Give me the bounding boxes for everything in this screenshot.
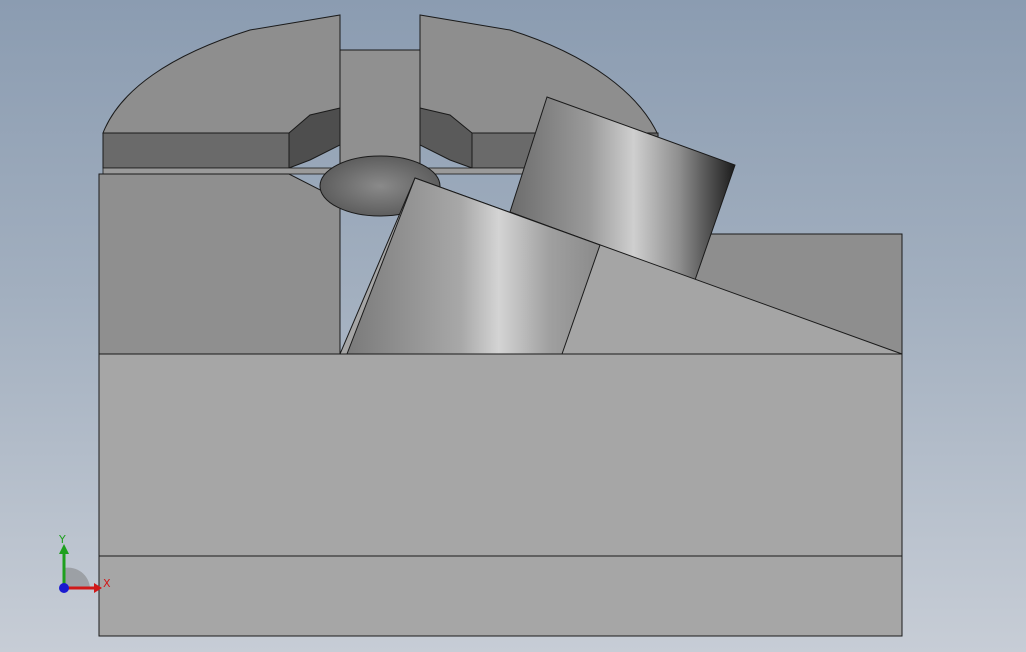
left-upper-block	[98, 173, 341, 356]
base-block-lower	[98, 555, 903, 637]
y-axis-label: Y	[58, 533, 66, 546]
x-arrow-head	[94, 583, 102, 593]
z-axis-dot	[59, 583, 69, 593]
graphics-viewport[interactable]: Y X	[0, 0, 1026, 652]
base-block-upper	[98, 353, 903, 557]
x-axis-label: X	[103, 577, 111, 590]
left-ledge-top	[102, 132, 290, 169]
model-view[interactable]	[0, 0, 1026, 652]
coordinate-triad: Y X	[58, 533, 111, 593]
